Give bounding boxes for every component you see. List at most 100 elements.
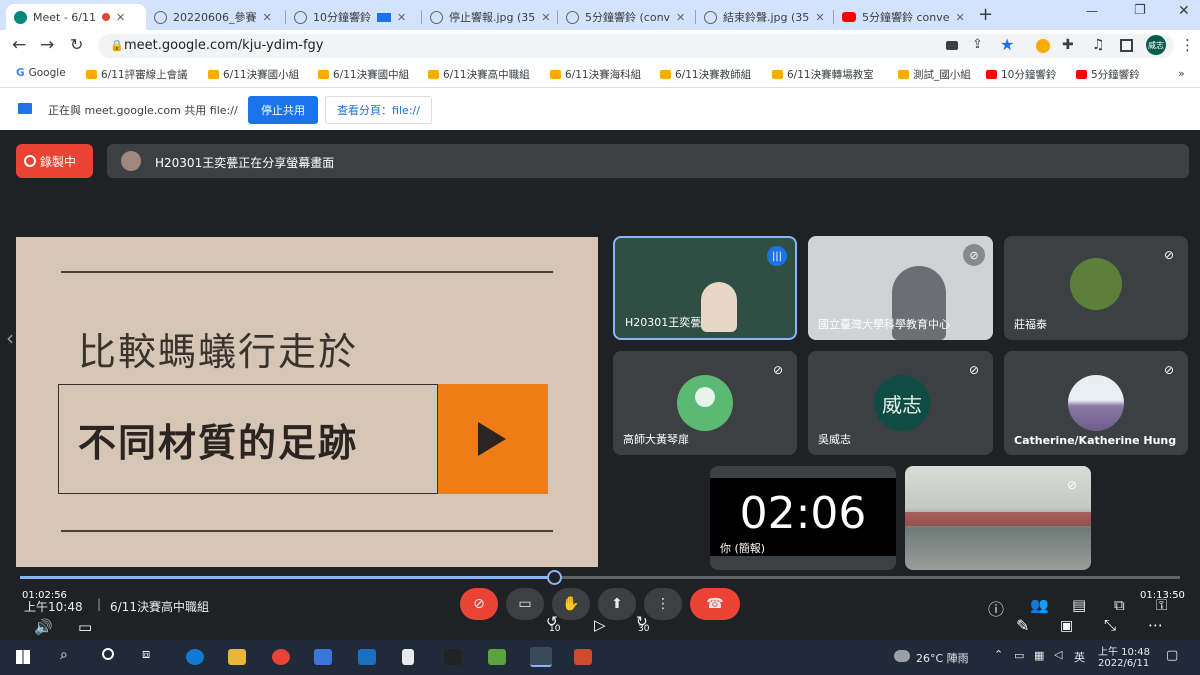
close-tab-icon[interactable]: ✕ [116,11,125,24]
more-bookmarks-icon[interactable]: » [1178,67,1185,80]
chrome-icon[interactable] [272,649,290,665]
stop-sharing-button[interactable]: 停止共用 [248,96,318,124]
recording-indicator[interactable]: 錄製中 [16,144,93,178]
participant-tile[interactable]: ⊘ 高師大黃琴扉 [613,351,797,455]
minecraft-icon[interactable] [488,649,506,665]
progress-handle[interactable] [546,570,562,585]
new-tab-button[interactable]: + [978,4,993,25]
pen-icon[interactable]: ✎ [1016,616,1029,635]
participant-tile[interactable]: 威志 ⊘ 吳威志 [808,351,993,455]
participant-tile[interactable]: ⊘ Catherine/Katherine Hung [1004,351,1188,455]
mail-icon[interactable] [358,649,376,665]
weather-text[interactable]: 26°C 陣雨 [916,650,969,666]
share-icon[interactable]: ⇪ [972,37,983,52]
document-icon[interactable] [402,649,414,665]
close-tab-icon[interactable]: ✕ [676,11,685,24]
more-icon[interactable]: ⋯ [1148,616,1163,634]
bookmark-item[interactable]: 6/11決賽國中組 [318,67,409,82]
media-control-icon[interactable]: ♫ [1092,37,1105,53]
tab-7[interactable]: 5分鐘響鈴 conve ✕ [834,4,974,30]
network-icon[interactable]: ▦ [1034,649,1044,662]
close-tab-icon[interactable]: ✕ [263,11,272,24]
tab-2[interactable]: 20220606_參賽 ✕ [146,4,286,30]
close-tab-icon[interactable]: ✕ [956,11,965,24]
bookmark-item[interactable]: 6/11評審線上會議 [86,67,188,82]
chrome-active-icon[interactable] [530,647,552,667]
edge-icon[interactable] [186,649,204,665]
back-icon[interactable]: ← [12,35,26,55]
volume-icon[interactable]: 🔊 [34,618,53,636]
tab-5[interactable]: 5分鐘響鈴 (conv ✕ [558,4,696,30]
store-icon[interactable] [314,649,332,665]
self-tile[interactable]: 02:06 你 (簡報) [710,466,896,570]
restore-button[interactable]: ❐ [1134,3,1146,18]
taskbar-time[interactable]: 上午 10:48 [1098,643,1150,658]
bookmark-item[interactable]: 6/11決賽國小組 [208,67,299,82]
play-icon[interactable]: ▷ [594,616,606,634]
task-view-icon[interactable]: ⧈ [142,647,150,662]
weather-icon[interactable] [894,650,910,662]
close-tab-icon[interactable]: ✕ [541,11,550,24]
bookmark-item[interactable]: 10分鐘響鈴 [986,67,1056,82]
info-icon[interactable]: ⓘ [988,596,1004,620]
participant-tile[interactable]: ⊘ [905,466,1091,570]
bookmark-item[interactable]: 5分鐘響鈴 [1076,67,1140,82]
powerpoint-icon[interactable] [574,649,592,665]
fullscreen-exit-icon[interactable]: ⤡ [1104,616,1116,634]
cortana-icon[interactable] [102,648,114,660]
minimize-button[interactable]: — [1086,4,1098,18]
bookmark-star-icon[interactable]: ★ [1000,35,1014,54]
tab-3[interactable]: 10分鐘響鈴 ✕ [286,4,422,30]
participant-tile[interactable]: ⊘ 莊福泰 [1004,236,1188,340]
tab-6[interactable]: 結束鈴聲.jpg (35 ✕ [696,4,834,30]
app-icon[interactable] [444,649,462,665]
meet-icon [660,70,671,79]
host-controls-icon[interactable]: ⚿ [1156,596,1167,614]
close-tab-icon[interactable]: ✕ [397,11,406,24]
tray-chevron-icon[interactable]: ⌃ [994,648,1003,661]
participant-tile[interactable]: ||| H20301王奕甍 [613,236,797,340]
menu-kebab-icon[interactable]: ⋮ [1180,36,1195,54]
url-text[interactable]: meet.google.com/kju-ydim-fgy [124,38,323,53]
bookmark-item[interactable]: 6/11決賽教師組 [660,67,751,82]
close-window-button[interactable]: ✕ [1178,3,1190,19]
lock-icon[interactable]: 🔒 [110,39,124,52]
profile-avatar[interactable]: 威志 [1146,35,1166,55]
forward-icon[interactable]: → [40,35,54,55]
ime-indicator[interactable]: 英 [1074,649,1085,665]
participant-tile[interactable]: ⊘ 國立臺灣大學科學教育中心 [808,236,993,340]
progress-track[interactable] [20,576,1180,579]
file-explorer-icon[interactable] [228,649,246,665]
bookmark-item[interactable]: 6/11決賽高中職組 [428,67,530,82]
mic-toggle-button[interactable]: ⊘ [460,588,498,620]
bookmark-item[interactable]: 測試_國小組 [898,67,971,82]
extensions-puzzle-icon[interactable]: ✚ [1062,37,1074,53]
side-panel-icon[interactable] [1120,39,1133,52]
globe-icon [154,10,167,24]
bookmark-item[interactable]: 6/11決賽轉場教室 [772,67,874,82]
bookmark-item[interactable]: 6/11決賽海科組 [550,67,641,82]
tab-meet[interactable]: Meet - 6/11 ✕ [6,4,146,30]
battery-icon[interactable]: ▭ [1014,649,1024,662]
camera-icon[interactable] [946,41,958,50]
activities-icon[interactable]: ⧉ [1114,596,1125,614]
people-icon[interactable]: 👥 [1030,596,1049,614]
more-options-button[interactable]: ⋮ [644,588,682,620]
camera-toggle-button[interactable]: ▭ [506,588,544,620]
mini-player-icon[interactable]: ▣ [1060,618,1073,634]
close-tab-icon[interactable]: ✕ [815,11,824,24]
taskbar-date[interactable]: 2022/6/11 [1098,658,1149,669]
chat-icon[interactable]: ▤ [1072,596,1086,614]
subtitles-icon[interactable]: ▭ [78,618,92,636]
chevron-left-icon[interactable]: ‹ [6,326,14,350]
extension-icon[interactable] [1036,39,1050,53]
view-tab-button[interactable]: 查看分頁：file:// [325,96,432,124]
leave-call-button[interactable]: ☎ [690,588,740,620]
tab-4[interactable]: 停止響報.jpg (35 ✕ [422,4,558,30]
bookmark-item[interactable]: G Google [16,67,66,79]
search-icon[interactable]: ⌕ [60,647,68,663]
reload-icon[interactable]: ↻ [70,35,83,54]
speaker-icon[interactable]: ◁ [1054,648,1062,661]
windows-start-icon[interactable] [16,650,30,664]
notification-icon[interactable]: ▢ [1166,648,1178,663]
